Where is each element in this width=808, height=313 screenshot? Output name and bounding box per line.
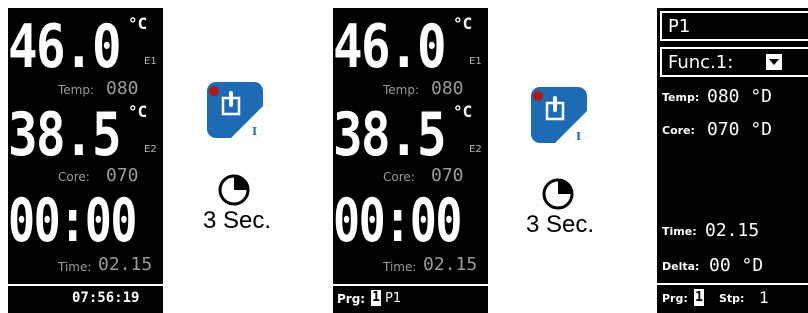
core-temperature-value: 38.5 (8, 100, 122, 170)
sensor1-code: E1 (144, 56, 157, 67)
step-label: Stp: (719, 292, 745, 305)
temp-label: Temp: (383, 83, 420, 97)
svg-text:I: I (576, 130, 581, 143)
time-label: Time: (58, 260, 92, 274)
time-label: Time: (383, 260, 417, 274)
delay-caption: 3 Sec. (203, 207, 272, 234)
program-label: Prg: (337, 292, 366, 306)
temperature-unit: °C (453, 14, 473, 33)
sensor2-code: E2 (469, 144, 482, 155)
svg-text:I: I (252, 125, 257, 138)
program-name-box[interactable]: P1 (660, 11, 808, 41)
footer-divider (657, 283, 808, 285)
core-temperature-unit: °C (453, 102, 473, 121)
function-label: Func.1: (668, 52, 734, 73)
core-label: Core: (662, 124, 695, 137)
core-temperature-unit: °C (128, 102, 148, 121)
probe-icon: I (207, 82, 263, 138)
delay-caption: 3 Sec. (526, 211, 595, 238)
footer-divider (333, 284, 488, 286)
chevron-down-icon[interactable] (766, 54, 782, 70)
core-setpoint: 070 (106, 165, 139, 186)
core-label: Core: (383, 170, 415, 184)
core-value[interactable]: 070 °D (707, 119, 772, 140)
temp-setpoint: 080 (106, 78, 139, 99)
time-label: Time: (662, 225, 697, 238)
display-screen-home: 46.0 °C E1 Temp: 080 38.5 °C E2 Core: 07… (8, 8, 163, 313)
core-setpoint: 070 (431, 165, 464, 186)
time-setpoint: 02.15 (423, 254, 478, 275)
footer-divider (8, 284, 163, 286)
timer-value: 00:00 (333, 186, 462, 256)
step-value[interactable]: 1 (759, 288, 769, 307)
temperature-value: 46.0 (8, 12, 122, 82)
temp-label: Temp: (662, 91, 700, 104)
temp-value[interactable]: 080 °D (707, 86, 772, 107)
clock: 07:56:19 (72, 290, 140, 306)
program-number[interactable]: 1 (371, 290, 381, 306)
display-screen-program: 46.0 °C E1 Temp: 080 38.5 °C E2 Core: 07… (333, 8, 488, 313)
program-name: P1 (385, 291, 402, 306)
display-screen-program-edit: P1 Func.1: Temp: 080 °D Core: 070 °D Tim… (657, 8, 808, 313)
program-label: Prg: (662, 292, 688, 305)
core-label: Core: (58, 170, 90, 184)
program-name: P1 (668, 16, 691, 37)
time-value[interactable]: 02.15 (705, 220, 759, 241)
timer-icon (542, 178, 574, 210)
timer-value: 00:00 (8, 186, 137, 256)
time-setpoint: 02.15 (98, 254, 153, 275)
program-number[interactable]: 1 (694, 289, 704, 306)
probe-icon: I (531, 87, 587, 143)
delta-value[interactable]: 00 °D (709, 255, 763, 276)
temp-setpoint: 080 (431, 78, 464, 99)
sensor2-code: E2 (144, 144, 157, 155)
function-selector[interactable]: Func.1: (660, 47, 808, 77)
temp-label: Temp: (58, 83, 95, 97)
temperature-value: 46.0 (333, 12, 447, 82)
temperature-unit: °C (128, 14, 148, 33)
timer-icon (218, 174, 250, 206)
sensor1-code: E1 (469, 56, 482, 67)
core-temperature-value: 38.5 (333, 100, 447, 170)
delta-label: Delta: (662, 260, 700, 273)
